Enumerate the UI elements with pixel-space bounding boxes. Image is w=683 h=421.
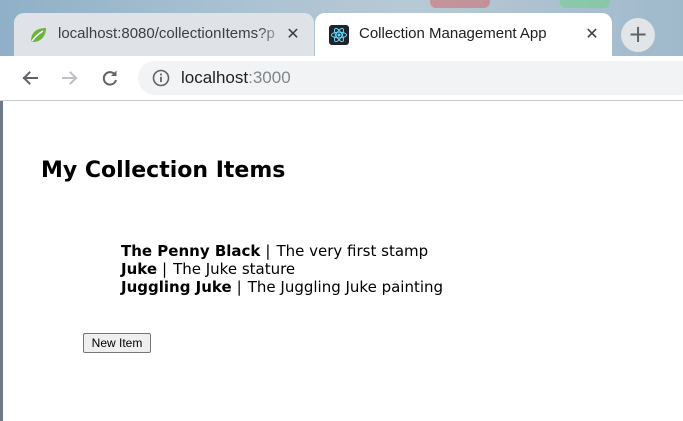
new-item-button[interactable]: New Item	[83, 333, 151, 353]
item-name: The Penny Black	[121, 242, 261, 260]
tab-strip: localhost:8080/collectionItems?p ✕ Colle…	[0, 0, 683, 56]
item-separator: |	[236, 278, 242, 296]
tab-title: Collection Management App	[359, 25, 547, 42]
background-blur	[560, 0, 610, 8]
item-description: The Juke stature	[173, 260, 296, 278]
list-item: The Penny Black | The very first stamp	[121, 242, 443, 260]
reload-button[interactable]	[96, 64, 124, 92]
close-icon[interactable]: ✕	[583, 25, 601, 43]
list-item: Juke | The Juke stature	[121, 260, 443, 278]
page-viewport: My Collection Items The Penny Black | The …	[0, 101, 683, 421]
back-button[interactable]	[16, 64, 44, 92]
close-icon[interactable]: ✕	[284, 25, 302, 43]
background-blur	[430, 0, 490, 8]
back-arrow-icon	[22, 71, 38, 85]
address-bar[interactable]: localhost:3000	[138, 61, 683, 95]
tab-collection-items[interactable]: localhost:8080/collectionItems?p ✕	[14, 13, 314, 56]
spring-leaf-icon	[28, 25, 48, 45]
forward-button[interactable]	[56, 64, 84, 92]
forward-arrow-icon	[62, 71, 78, 85]
new-tab-button[interactable]: +	[621, 18, 655, 52]
item-description: The Juggling Juke painting	[247, 278, 444, 296]
item-separator: |	[162, 260, 168, 278]
reload-icon	[102, 70, 117, 86]
url-host: localhost	[181, 68, 249, 87]
url-text: localhost:3000	[181, 68, 291, 88]
tab-title: localhost:8080/collectionItems?p	[58, 25, 288, 42]
list-item: Juggling Juke | The Juggling Juke painting	[121, 278, 443, 296]
url-port: :3000	[248, 68, 291, 87]
tab-collection-management-app[interactable]: Collection Management App ✕	[315, 13, 612, 56]
browser-toolbar: localhost:3000	[0, 56, 683, 101]
react-logo-icon	[329, 25, 349, 45]
collection-item-list: The Penny Black | The very first stamp Juk…	[121, 242, 443, 296]
item-description: The very first stamp	[276, 242, 429, 260]
info-icon[interactable]	[152, 69, 170, 87]
page-title: My Collection Items	[41, 158, 286, 183]
item-name: Juke	[121, 260, 158, 278]
item-separator: |	[265, 242, 271, 260]
item-name: Juggling Juke	[121, 278, 232, 296]
